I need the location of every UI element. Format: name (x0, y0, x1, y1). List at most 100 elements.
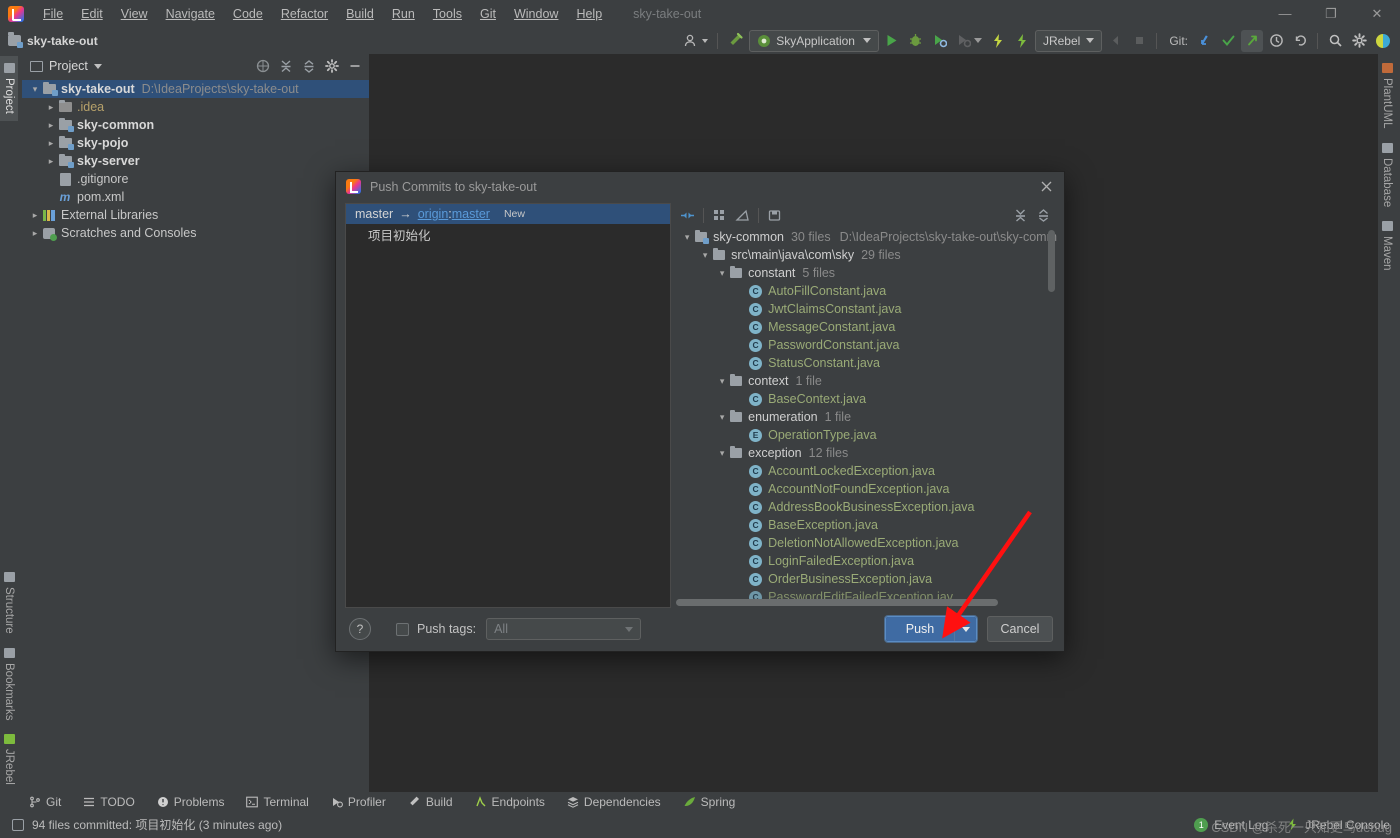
branch-row[interactable]: master → origin : master New (346, 204, 671, 224)
tree-row-scratches-consoles[interactable]: Scratches and Consoles (22, 224, 369, 242)
files-tree-row[interactable]: enumeration 1 file (674, 408, 1057, 426)
breadcrumb[interactable]: sky-take-out (8, 32, 98, 48)
build-hammer-icon[interactable] (724, 30, 747, 52)
files-tree[interactable]: sky-common 30 files D:\IdeaProjects\sky-… (674, 228, 1057, 608)
project-panel-title[interactable]: Project (30, 59, 102, 73)
run-icon[interactable] (881, 30, 903, 52)
files-tree-row[interactable]: constant 5 files (674, 264, 1057, 282)
menu-item-navigate[interactable]: Navigate (157, 3, 224, 25)
tree-row-idea[interactable]: .idea (22, 98, 369, 116)
settings-gear-icon[interactable] (322, 56, 342, 76)
chevron-down-icon[interactable] (698, 250, 712, 261)
maximize-button[interactable]: ❐ (1308, 0, 1354, 27)
tree-row-sky-pojo[interactable]: sky-pojo (22, 134, 369, 152)
files-vertical-scrollbar[interactable] (1048, 230, 1055, 292)
sidebar-item-jrebel[interactable]: JRebel (0, 727, 18, 792)
chevron-right-icon[interactable] (44, 138, 58, 149)
remote-link[interactable]: origin (418, 207, 449, 221)
tree-row-gitignore[interactable]: .gitignore (22, 170, 369, 188)
tab-git[interactable]: Git (18, 795, 72, 809)
hide-icon[interactable] (345, 56, 365, 76)
menu-item-help[interactable]: Help (567, 3, 611, 25)
menu-item-code[interactable]: Code (224, 3, 272, 25)
minimize-button[interactable]: — (1262, 0, 1308, 27)
remote-branch-link[interactable]: master (452, 207, 490, 221)
debug-icon[interactable] (905, 30, 927, 52)
group-by-icon[interactable] (709, 205, 730, 226)
tree-row-sky-server[interactable]: sky-server (22, 152, 369, 170)
files-tree-row[interactable]: C AccountNotFoundException.java (674, 480, 1057, 498)
git-commit-icon[interactable] (1217, 30, 1239, 52)
files-tree-row[interactable]: C BaseContext.java (674, 390, 1057, 408)
profiler-icon[interactable] (953, 30, 985, 52)
chevron-down-icon[interactable] (715, 268, 729, 279)
chevron-right-icon[interactable] (28, 228, 42, 239)
push-button[interactable]: Push (886, 617, 954, 641)
edit-icon[interactable] (732, 205, 753, 226)
expand-collapse-diff-icon[interactable] (677, 205, 698, 226)
collapse-all-icon[interactable] (299, 56, 319, 76)
files-tree-row[interactable]: E OperationType.java (674, 426, 1057, 444)
files-tree-row[interactable]: C LoginFailedException.java (674, 552, 1057, 570)
menu-item-tools[interactable]: Tools (424, 3, 471, 25)
rollback-icon[interactable] (1289, 30, 1311, 52)
tab-profiler[interactable]: Profiler (320, 795, 397, 809)
menu-item-run[interactable]: Run (383, 3, 424, 25)
tree-row-sky-take-out[interactable]: sky-take-out D:\IdeaProjects\sky-take-ou… (22, 80, 369, 98)
files-tree-row[interactable]: C AccountLockedException.java (674, 462, 1057, 480)
push-tags-select[interactable]: All (486, 618, 642, 640)
files-tree-row[interactable]: C StatusConstant.java (674, 354, 1057, 372)
menu-item-refactor[interactable]: Refactor (272, 3, 337, 25)
search-everywhere-icon[interactable] (1324, 30, 1346, 52)
chevron-right-icon[interactable] (44, 102, 58, 113)
collapse-all-icon[interactable] (1033, 205, 1054, 226)
sidebar-item-bookmarks[interactable]: Bookmarks (0, 641, 18, 728)
git-update-icon[interactable] (1193, 30, 1215, 52)
menu-item-build[interactable]: Build (337, 3, 383, 25)
commit-row[interactable]: 项目初始化 (346, 224, 670, 244)
settings-gear-icon[interactable] (1348, 30, 1370, 52)
tab-problems[interactable]: Problems (146, 795, 236, 809)
files-tree-row[interactable]: C BaseException.java (674, 516, 1057, 534)
files-tree-row[interactable]: C DeletionNotAllowedException.java (674, 534, 1057, 552)
files-tree-row[interactable]: C OrderBusinessException.java (674, 570, 1057, 588)
user-avatar-icon[interactable] (680, 30, 711, 52)
files-tree-row[interactable]: src\main\java\com\sky 29 files (674, 246, 1057, 264)
tree-row-pom-xml[interactable]: m pom.xml (22, 188, 369, 206)
files-tree-row[interactable]: sky-common 30 files D:\IdeaProjects\sky-… (674, 228, 1057, 246)
help-button[interactable]: ? (349, 618, 371, 640)
files-tree-row[interactable]: C JwtClaimsConstant.java (674, 300, 1057, 318)
files-tree-row[interactable]: context 1 file (674, 372, 1057, 390)
push-tags-checkbox[interactable] (396, 622, 409, 636)
chevron-down-icon[interactable] (28, 84, 42, 95)
chevron-right-icon[interactable] (44, 120, 58, 131)
chevron-right-icon[interactable] (28, 210, 42, 221)
files-horizontal-scrollbar[interactable] (676, 599, 999, 606)
run-configuration-selector[interactable]: SkyApplication (749, 29, 879, 52)
close-button[interactable]: ✕ (1354, 0, 1400, 27)
expand-all-icon[interactable] (276, 56, 296, 76)
tree-row-external-libraries[interactable]: External Libraries (22, 206, 369, 224)
tab-spring[interactable]: Spring (672, 795, 747, 809)
sidebar-item-database[interactable]: Database (1378, 136, 1396, 214)
menu-item-edit[interactable]: Edit (72, 3, 112, 25)
cancel-button[interactable]: Cancel (987, 616, 1053, 642)
git-push-icon[interactable] (1241, 29, 1263, 52)
jrebel-run-icon[interactable] (987, 30, 1009, 52)
files-tree-row[interactable]: exception 12 files (674, 444, 1057, 462)
push-dropdown-button[interactable] (954, 617, 976, 641)
files-tree-row[interactable]: C MessageConstant.java (674, 318, 1057, 336)
save-icon[interactable] (764, 205, 785, 226)
tab-endpoints[interactable]: Endpoints (464, 795, 556, 809)
expand-all-icon[interactable] (1010, 205, 1031, 226)
account-icon[interactable] (1372, 30, 1394, 52)
tab-todo[interactable]: TODO (72, 795, 145, 809)
sidebar-item-maven[interactable]: Maven (1378, 214, 1396, 278)
files-tree-row[interactable]: C AddressBookBusinessException.java (674, 498, 1057, 516)
chevron-down-icon[interactable] (715, 448, 729, 459)
tab-build[interactable]: Build (397, 795, 464, 809)
dialog-close-button[interactable] (1034, 176, 1058, 198)
history-icon[interactable] (1265, 30, 1287, 52)
select-opened-file-icon[interactable] (253, 56, 273, 76)
files-tree-row[interactable]: C AutoFillConstant.java (674, 282, 1057, 300)
